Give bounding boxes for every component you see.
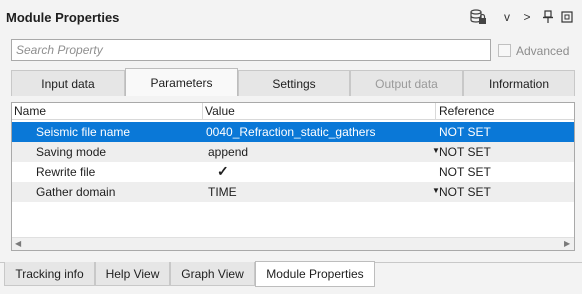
pin-icon[interactable] [539, 8, 557, 26]
row-value-select[interactable]: TIME [208, 185, 237, 199]
rewrite-file-checkbox[interactable]: ✓ [217, 163, 229, 180]
tab-help-view[interactable]: Help View [95, 262, 170, 286]
database-lock-icon[interactable] [467, 8, 489, 26]
restore-window-icon[interactable] [558, 8, 576, 26]
tab-information[interactable]: Information [463, 70, 575, 96]
panel-title: Module Properties [6, 10, 120, 25]
tab-graph-view[interactable]: Graph View [170, 262, 255, 286]
row-name: Saving mode [36, 145, 107, 159]
grid-row-gather-domain[interactable]: Gather domain TIME ▼ NOT SET [12, 182, 574, 202]
grid-row-saving-mode[interactable]: Saving mode append ▼ NOT SET [12, 142, 574, 162]
column-header-value[interactable]: Value [205, 104, 235, 118]
property-grid: Name Value Reference Seismic file name 0… [11, 102, 575, 251]
column-header-name[interactable]: Name [14, 104, 46, 118]
tab-input-data[interactable]: Input data [11, 70, 125, 96]
database-lock-icon-svg [470, 9, 486, 24]
grid-header: Name Value Reference [12, 103, 574, 120]
scroll-right-icon[interactable]: ▶ [564, 239, 570, 248]
restore-window-icon-svg [561, 11, 573, 23]
row-reference[interactable]: NOT SET [439, 145, 491, 159]
row-name: Gather domain [36, 185, 116, 199]
property-tabs: Input data Parameters Settings Output da… [11, 68, 575, 96]
row-reference[interactable]: NOT SET [439, 125, 491, 139]
scroll-left-icon[interactable]: ◀ [15, 239, 21, 248]
row-value[interactable]: 0040_Refraction_static_gathers [206, 125, 375, 139]
row-value-select[interactable]: append [208, 145, 248, 159]
row-name: Rewrite file [36, 165, 96, 179]
grid-row-seismic-file-name[interactable]: Seismic file name 0040_Refraction_static… [12, 122, 574, 142]
horizontal-scrollbar[interactable]: ◀ ▶ [12, 237, 574, 250]
search-property-input[interactable] [11, 39, 491, 61]
column-header-reference[interactable]: Reference [439, 104, 494, 118]
column-divider[interactable] [435, 103, 436, 120]
grid-row-rewrite-file[interactable]: Rewrite file ✓ NOT SET [12, 162, 574, 182]
search-row: Advanced [0, 38, 582, 64]
advanced-label: Advanced [516, 44, 570, 58]
row-reference[interactable]: NOT SET [439, 185, 491, 199]
dock-tabs: Tracking info Help View Graph View Modul… [0, 261, 582, 294]
tab-tracking-info[interactable]: Tracking info [4, 262, 95, 286]
panel-titlebar: Module Properties v > [0, 0, 582, 34]
chevron-down-icon[interactable]: v [498, 8, 516, 26]
tab-settings[interactable]: Settings [238, 70, 350, 96]
row-reference[interactable]: NOT SET [439, 165, 491, 179]
tab-module-properties[interactable]: Module Properties [255, 261, 375, 287]
column-divider[interactable] [202, 103, 203, 120]
advanced-checkbox[interactable] [498, 44, 511, 57]
tab-output-data: Output data [350, 70, 463, 96]
tab-parameters[interactable]: Parameters [125, 68, 238, 96]
chevron-right-icon[interactable]: > [518, 8, 536, 26]
pin-icon-svg [543, 10, 553, 23]
row-name: Seismic file name [36, 125, 131, 139]
